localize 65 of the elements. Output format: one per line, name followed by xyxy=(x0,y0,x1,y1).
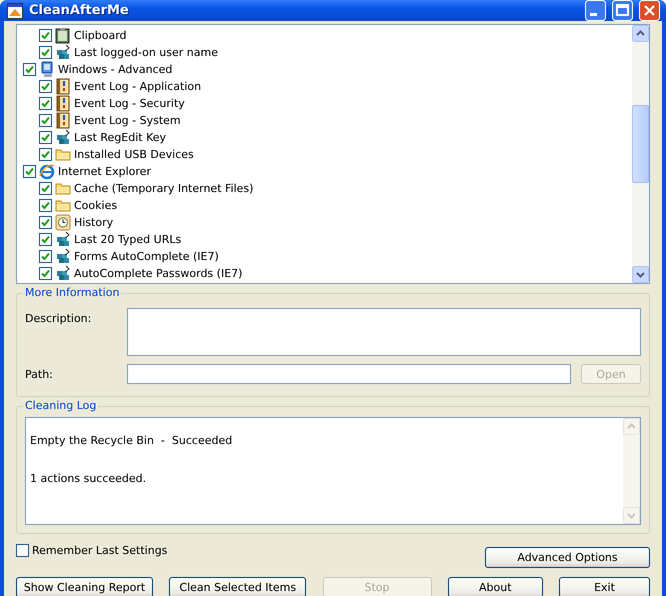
tree-item[interactable]: Forms AutoComplete (IE7) xyxy=(74,250,219,263)
log-book-icon xyxy=(55,78,71,95)
browser-globe-icon xyxy=(39,163,55,180)
checkbox[interactable] xyxy=(39,97,52,110)
checkbox[interactable] xyxy=(16,544,29,557)
maximize-icon[interactable] xyxy=(612,0,633,21)
scroll-up-icon[interactable] xyxy=(632,25,649,42)
button[interactable]: Show Cleaning Report xyxy=(16,577,153,596)
checkbox[interactable] xyxy=(39,46,52,59)
checkbox[interactable] xyxy=(39,250,52,263)
path-field[interactable] xyxy=(127,364,571,384)
tree-item[interactable]: Installed USB Devices xyxy=(74,148,194,161)
field-label: Description: xyxy=(25,311,92,327)
cube-cluster-icon xyxy=(55,231,71,248)
checkbox[interactable] xyxy=(39,80,52,93)
field-label: Path: xyxy=(25,367,54,383)
tree-item[interactable]: History xyxy=(74,216,114,229)
checkbox[interactable] xyxy=(39,131,52,144)
button[interactable]: About xyxy=(448,577,543,596)
clipboard-icon xyxy=(55,27,71,44)
button[interactable]: Exit xyxy=(559,577,650,596)
checkbox[interactable] xyxy=(39,114,52,127)
tree-item[interactable]: Last RegEdit Key xyxy=(74,131,166,144)
cube-cluster-icon xyxy=(55,44,71,61)
cube-cluster-icon xyxy=(55,265,71,282)
checkbox-label[interactable]: Remember Last Settings xyxy=(32,544,168,557)
log-book-icon xyxy=(55,95,71,112)
tree-item[interactable]: AutoComplete Passwords (IE7) xyxy=(74,267,242,280)
window-title: CleanAfterMe xyxy=(29,3,130,18)
checkbox[interactable] xyxy=(39,148,52,161)
computer-icon xyxy=(39,61,55,78)
checkbox[interactable] xyxy=(39,267,52,280)
tree-item[interactable]: Cookies xyxy=(74,199,118,212)
checkbox[interactable] xyxy=(23,63,36,76)
scroll-down-icon[interactable] xyxy=(632,266,649,283)
cube-cluster-icon xyxy=(55,129,71,146)
checkbox[interactable] xyxy=(39,199,52,212)
tree-item[interactable]: Clipboard xyxy=(74,29,127,42)
tree-item[interactable]: Last 20 Typed URLs xyxy=(74,233,182,246)
advanced-options-button[interactable]: Advanced Options xyxy=(485,547,650,568)
group-title: More Information xyxy=(23,286,122,299)
checkbox[interactable] xyxy=(39,29,52,42)
minimize-icon[interactable] xyxy=(585,0,606,21)
checkbox[interactable] xyxy=(39,216,52,229)
tree-item[interactable]: Event Log - System xyxy=(74,114,181,127)
tree-item[interactable]: Internet Explorer xyxy=(58,165,151,178)
tree-item[interactable]: Event Log - Application xyxy=(74,80,202,93)
clock-icon xyxy=(55,214,71,231)
cube-cluster-icon xyxy=(55,248,71,265)
checkbox[interactable] xyxy=(39,233,52,246)
description-field[interactable] xyxy=(127,308,641,356)
scroll-thumb[interactable] xyxy=(632,105,649,183)
group-title: Cleaning Log xyxy=(23,399,98,412)
tree-item[interactable]: Cache (Temporary Internet Files) xyxy=(74,182,254,195)
tree-item[interactable]: Windows - Advanced xyxy=(58,63,172,76)
log-book-icon xyxy=(55,112,71,129)
button[interactable]: Clean Selected Items xyxy=(169,577,306,596)
app-icon xyxy=(7,2,23,18)
log-line: Empty the Recycle Bin - Succeeded xyxy=(30,434,232,447)
checkbox[interactable] xyxy=(39,182,52,195)
checkbox[interactable] xyxy=(23,165,36,178)
close-icon[interactable] xyxy=(639,0,660,21)
log-line: 1 actions succeeded. xyxy=(30,472,146,485)
tree-item[interactable]: Event Log - Security xyxy=(74,97,185,110)
tree-item[interactable]: Last logged-on user name xyxy=(74,46,218,59)
